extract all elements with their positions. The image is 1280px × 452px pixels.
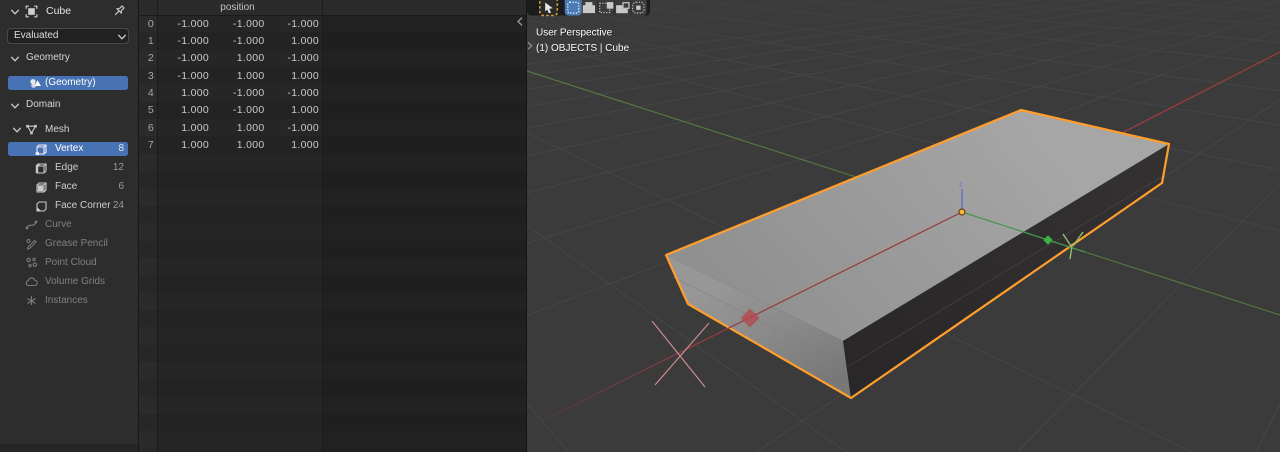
svg-text:(1) OBJECTS | Cube: (1) OBJECTS | Cube [536, 43, 630, 54]
svg-text:User Perspective: User Perspective [536, 28, 613, 39]
svg-text:Z: Z [959, 182, 963, 189]
